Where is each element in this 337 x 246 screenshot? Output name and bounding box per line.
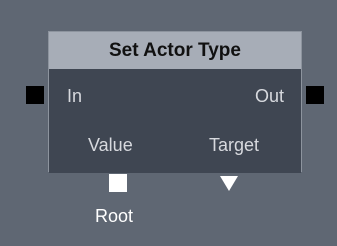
value-label: Value — [88, 135, 133, 155]
set-actor-type-node[interactable]: Set Actor Type In Out Value Target — [48, 31, 302, 173]
target-label: Target — [208, 135, 259, 155]
node-body: In Out Value Target — [49, 69, 301, 173]
graph-canvas[interactable]: Set Actor Type In Out Value Target Root — [0, 0, 337, 246]
target-pin-icon[interactable] — [220, 176, 238, 191]
exec-output-pin-icon[interactable] — [306, 86, 324, 104]
exec-input-pin-icon[interactable] — [26, 86, 44, 104]
in-label: In — [67, 86, 83, 106]
root-label: Root — [95, 206, 134, 226]
out-label: Out — [254, 86, 284, 106]
root-pin-icon[interactable] — [109, 174, 127, 192]
node-title[interactable]: Set Actor Type — [49, 32, 301, 69]
